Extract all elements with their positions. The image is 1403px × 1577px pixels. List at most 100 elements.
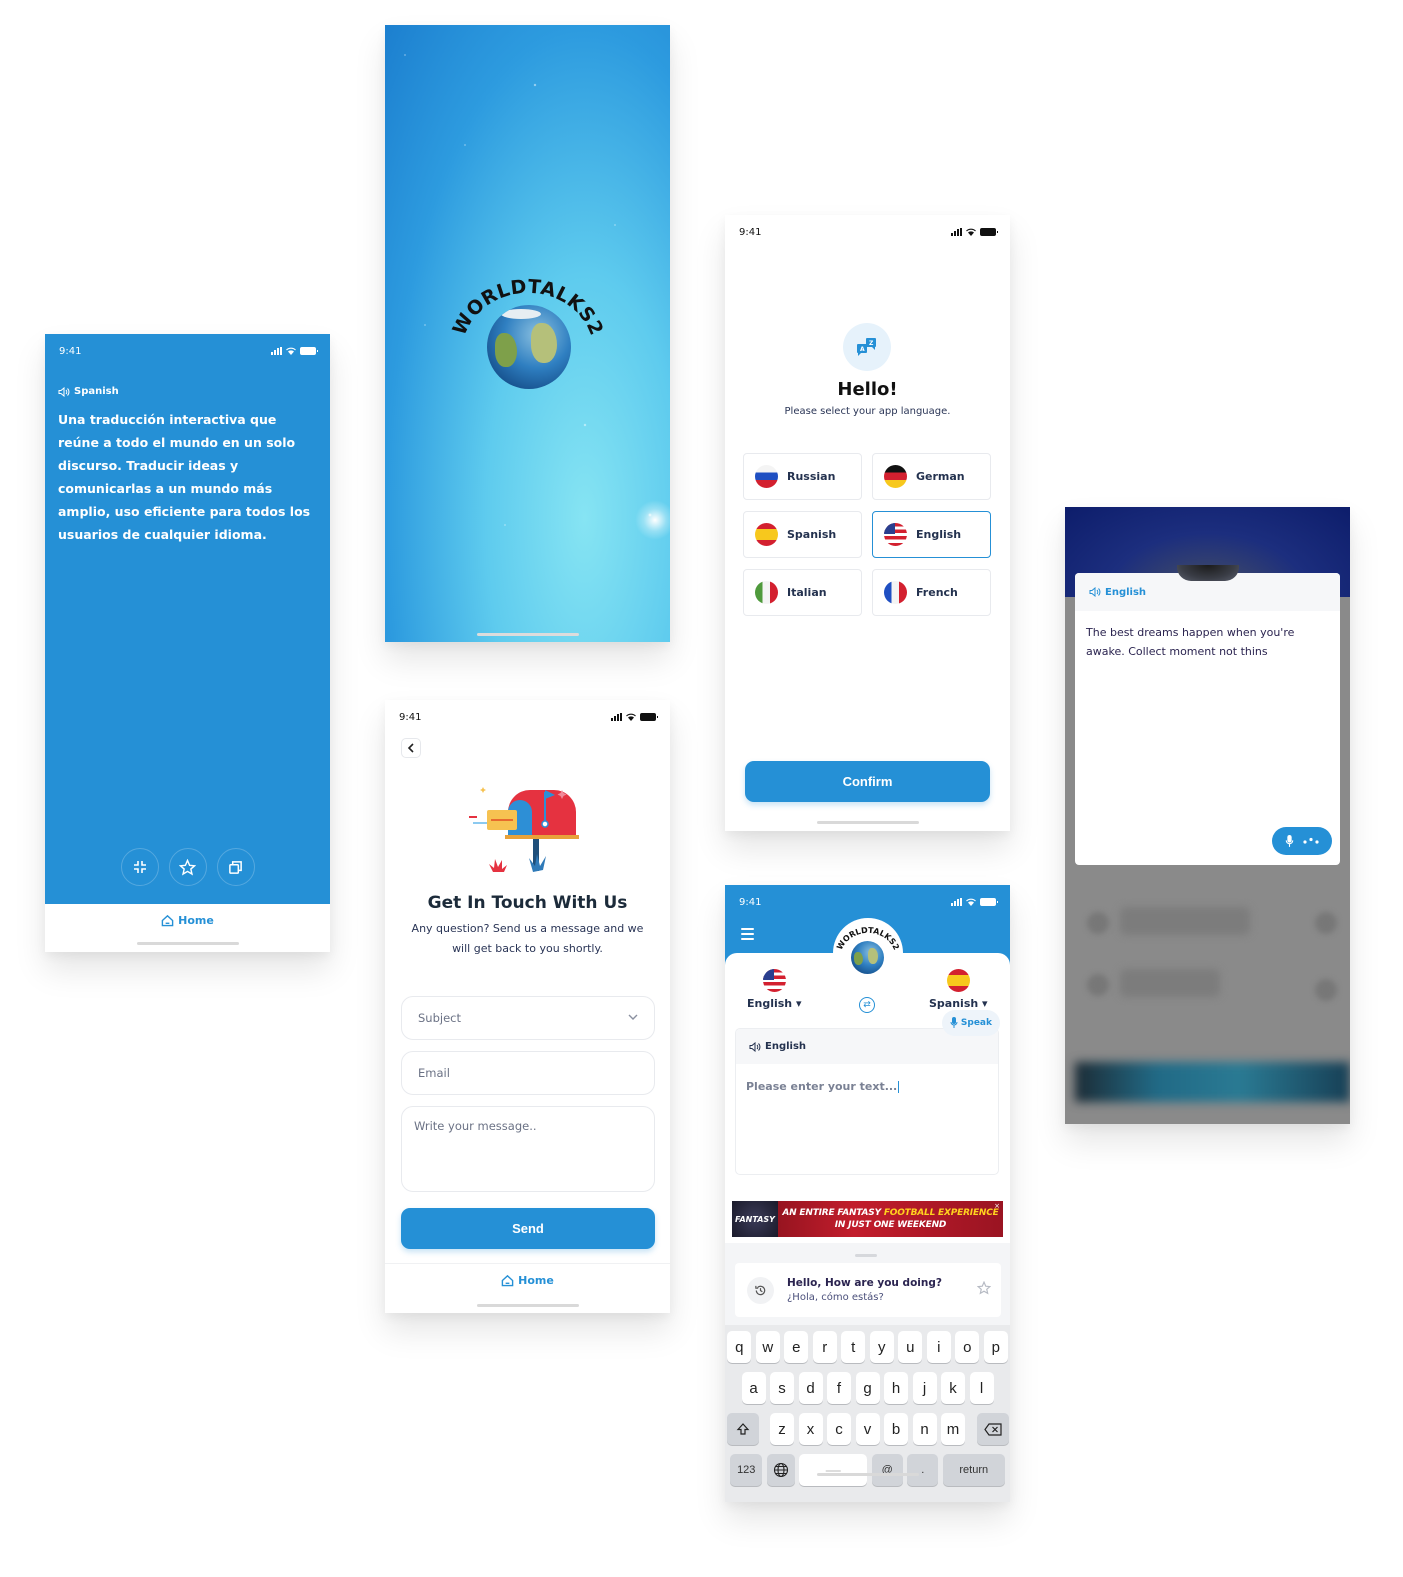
key-w[interactable]: w [755, 1331, 780, 1363]
key-s[interactable]: s [770, 1372, 794, 1404]
key-k[interactable]: k [941, 1372, 965, 1404]
speak-label: Speak [960, 1018, 992, 1028]
source-language-selector[interactable]: English ▾ [747, 969, 802, 1010]
shift-key[interactable] [726, 1413, 759, 1445]
battery-icon [300, 347, 318, 355]
key-v[interactable]: v [855, 1413, 880, 1445]
mailbox-illustration [469, 787, 579, 872]
key-e[interactable]: e [784, 1331, 809, 1363]
key-c[interactable]: c [827, 1413, 851, 1445]
language-option-english[interactable]: English [872, 511, 991, 558]
back-button[interactable] [401, 738, 421, 758]
key-h[interactable]: h [884, 1372, 908, 1404]
ad-text: AN ENTIRE FANTASY FOOTBALL EXPERIENCE IN… [782, 1208, 999, 1230]
period-key[interactable]: . [907, 1454, 939, 1486]
sheet-grip[interactable] [855, 1254, 877, 1257]
listening-mic-button[interactable] [1272, 827, 1332, 855]
star-icon[interactable] [977, 1281, 991, 1295]
signal-icon [611, 713, 622, 721]
language-option-spanish[interactable]: Spanish [743, 511, 862, 558]
language-label[interactable]: Spanish [58, 386, 119, 397]
confirm-button[interactable]: Confirm [745, 761, 990, 802]
nav-home[interactable]: Home [45, 914, 330, 927]
blurred-icon [1315, 912, 1337, 934]
keyboard-row-2: asdfghjkl [725, 1372, 1010, 1404]
key-d[interactable]: d [798, 1372, 823, 1404]
speak-button[interactable]: Speak [941, 1010, 1000, 1036]
key-i[interactable]: i [926, 1331, 951, 1363]
language-option-russian[interactable]: Russian [743, 453, 862, 500]
key-u[interactable]: u [898, 1331, 923, 1363]
microphone-icon [1285, 834, 1293, 847]
splash-screen: WORLDTALKS2 [385, 25, 670, 642]
key-z[interactable]: z [770, 1413, 794, 1445]
key-o[interactable]: o [955, 1331, 980, 1363]
globe-key[interactable] [766, 1454, 795, 1486]
key-m[interactable]: m [941, 1413, 965, 1445]
backspace-key[interactable] [976, 1413, 1009, 1445]
status-icons [951, 228, 998, 236]
key-l[interactable]: l [969, 1372, 994, 1404]
home-indicator [816, 821, 919, 824]
language-option-label: English [916, 528, 962, 541]
ad-close-button[interactable]: × [994, 1202, 1000, 1210]
key-f[interactable]: f [827, 1372, 851, 1404]
reader-actions [45, 848, 330, 886]
language-option-label: French [916, 586, 958, 599]
text-input[interactable]: Please enter your text... [746, 1080, 900, 1093]
key-a[interactable]: a [741, 1372, 766, 1404]
subject-placeholder: Subject [418, 1011, 461, 1025]
chevron-down-icon [628, 1014, 638, 1020]
subject-select[interactable]: Subject [401, 996, 655, 1040]
listening-screen: English The best dreams happen when you'… [1065, 507, 1350, 1124]
status-icons [951, 898, 998, 906]
swap-languages-button[interactable]: ⇄ [859, 997, 875, 1013]
status-bar: 9:41 [45, 334, 330, 368]
message-placeholder: Write your message.. [414, 1119, 537, 1133]
numbers-key[interactable]: 123 [730, 1454, 763, 1486]
target-language-label: Spanish ▾ [929, 997, 988, 1010]
battery-icon [980, 898, 998, 906]
status-time: 9:41 [739, 226, 762, 238]
globe-icon [487, 305, 571, 389]
keyboard: qwertyuiop asdfghjkl zxcvbnm 123 — @ . r… [725, 1325, 1010, 1502]
favorite-button[interactable] [168, 848, 207, 886]
language-name: Spanish [74, 386, 119, 397]
key-t[interactable]: t [841, 1331, 866, 1363]
ad-banner[interactable]: FANTASY AN ENTIRE FANTASY FOOTBALL EXPER… [732, 1201, 1003, 1237]
contact-title: Get In Touch With Us [427, 893, 628, 913]
blurred-icon [1087, 912, 1109, 934]
message-textarea[interactable]: Write your message.. [401, 1106, 655, 1192]
language-option-german[interactable]: German [872, 453, 991, 500]
usa-flag-icon [762, 969, 786, 992]
key-p[interactable]: p [983, 1331, 1008, 1363]
copy-button[interactable] [216, 848, 255, 886]
history-item[interactable]: Hello, How are you doing? ¿Hola, cómo es… [735, 1263, 1001, 1317]
spain-flag-icon [946, 969, 970, 992]
key-n[interactable]: n [912, 1413, 937, 1445]
menu-button[interactable] [741, 928, 754, 943]
svg-text:A: A [860, 346, 865, 353]
space-key[interactable]: — [799, 1454, 868, 1486]
nav-home-label: Home [178, 914, 214, 927]
signal-icon [271, 347, 282, 355]
key-r[interactable]: r [812, 1331, 837, 1363]
return-key[interactable]: return [942, 1454, 1005, 1486]
language-option-italian[interactable]: Italian [743, 569, 862, 616]
email-field[interactable]: Email [401, 1051, 655, 1095]
key-b[interactable]: b [884, 1413, 908, 1445]
key-g[interactable]: g [855, 1372, 880, 1404]
at-key[interactable]: @ [871, 1454, 903, 1486]
nav-home[interactable]: Home [385, 1274, 670, 1287]
status-icons [611, 713, 658, 721]
collapse-button[interactable] [120, 848, 159, 886]
send-button[interactable]: Send [401, 1208, 655, 1249]
target-language-selector[interactable]: Spanish ▾ [929, 969, 988, 1010]
key-q[interactable]: q [727, 1331, 752, 1363]
input-language-label: English [765, 1041, 807, 1052]
key-y[interactable]: y [869, 1331, 894, 1363]
language-option-french[interactable]: French [872, 569, 991, 616]
text-input-card[interactable]: English Please enter your text... [735, 1028, 999, 1175]
key-x[interactable]: x [798, 1413, 823, 1445]
key-j[interactable]: j [912, 1372, 937, 1404]
